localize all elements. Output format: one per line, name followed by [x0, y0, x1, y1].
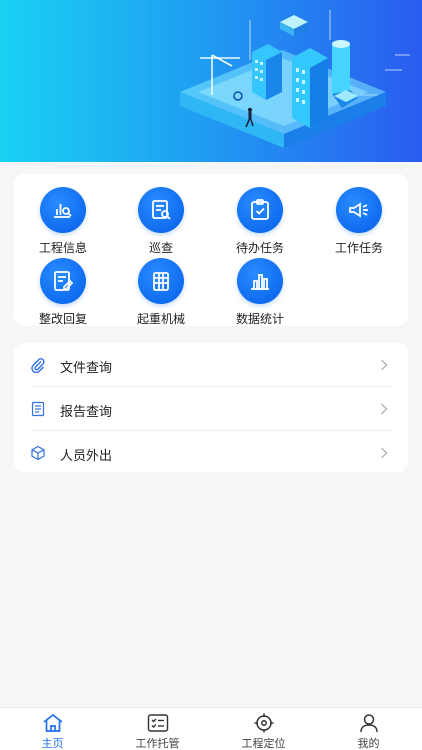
grid-item-rectification-reply[interactable]: 整改回复 [14, 258, 112, 326]
list-item-label: 人员外出 [60, 449, 113, 464]
paperclip-icon [31, 358, 45, 373]
feature-grid-card: 工程信息 巡查 待办任务 工作任务 整改回复 起重机械 数据统计 [14, 174, 408, 326]
tab-work-hosting[interactable]: 工作托管 [105, 708, 210, 750]
tab-label: 我的 [357, 737, 380, 750]
tab-label: 工程定位 [241, 737, 286, 750]
grid-item-pending-tasks[interactable]: 待办任务 [211, 187, 309, 255]
grid-item-label: 整改回复 [38, 312, 87, 326]
grid-item-lifting-machinery[interactable]: 起重机械 [112, 258, 210, 326]
crosshair-icon [254, 713, 273, 733]
grid-item-label: 起重机械 [136, 312, 185, 326]
user-icon [359, 714, 378, 733]
list-item-report-query[interactable]: 报告查询 [30, 387, 392, 430]
crane-icon [138, 258, 184, 304]
grid-item-project-info[interactable]: 工程信息 [14, 187, 112, 255]
grid-item-label: 工程信息 [38, 241, 87, 255]
cube-icon [31, 445, 45, 461]
list-item-label: 文件查询 [60, 361, 113, 376]
tab-label: 主页 [41, 737, 64, 750]
grid-item-label: 工作任务 [334, 241, 383, 255]
isometric-city-illustration [180, 10, 410, 148]
task-list-icon [147, 714, 168, 732]
grid-item-label: 待办任务 [235, 241, 284, 255]
list-item-label: 报告查询 [60, 405, 113, 420]
tab-mine[interactable]: 我的 [316, 708, 421, 750]
grid-item-work-tasks[interactable]: 工作任务 [310, 187, 408, 255]
inspection-icon [138, 187, 184, 233]
home-icon [42, 713, 63, 732]
list-item-staff-outing[interactable]: 人员外出 [30, 431, 392, 474]
document-edit-icon [40, 258, 86, 304]
clipboard-check-icon [237, 187, 283, 233]
bottom-tab-bar: 主页 工作托管 工程定位 我的 [0, 707, 422, 750]
grid-item-label: 数据统计 [235, 312, 284, 326]
tab-home[interactable]: 主页 [0, 708, 105, 750]
tab-label: 工作托管 [135, 737, 180, 750]
banner [0, 0, 422, 162]
grid-item-inspection[interactable]: 巡查 [112, 187, 210, 255]
list-item-file-query[interactable]: 文件查询 [30, 343, 392, 386]
query-list-card: 文件查询 报告查询 人员外出 [14, 343, 408, 472]
tab-project-location[interactable]: 工程定位 [211, 708, 316, 750]
chevron-right-icon [381, 359, 388, 371]
bar-chart-icon [237, 258, 283, 304]
document-icon [31, 401, 45, 417]
megaphone-icon [336, 187, 382, 233]
grid-item-data-statistics[interactable]: 数据统计 [211, 258, 309, 326]
chevron-right-icon [381, 447, 388, 459]
chevron-right-icon [381, 403, 388, 415]
chart-search-icon [40, 187, 86, 233]
grid-item-label: 巡查 [148, 241, 173, 255]
